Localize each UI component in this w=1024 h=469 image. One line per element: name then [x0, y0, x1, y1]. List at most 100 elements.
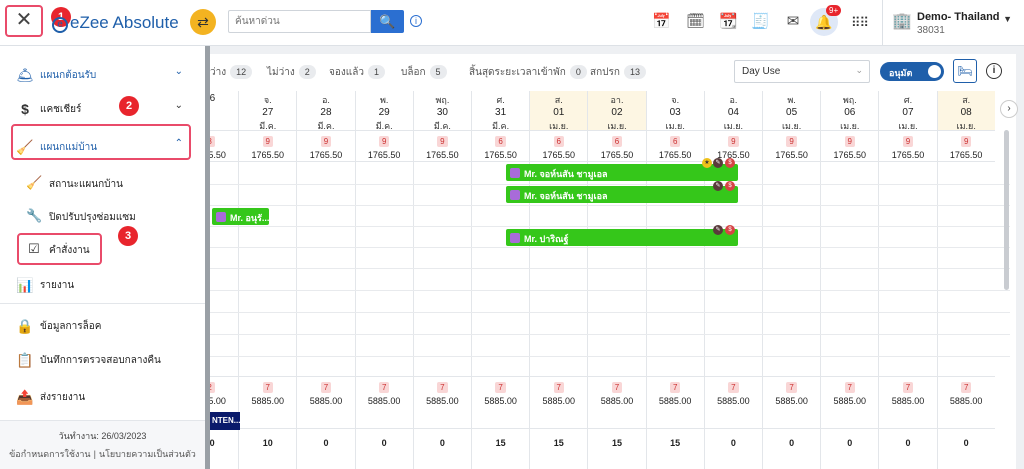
date-header[interactable]: ส. 08 เม.ย.: [937, 91, 995, 131]
sidebar-subitem-room-status[interactable]: 🧹 สถานะแผนกบ้าน: [0, 167, 205, 197]
availability-badge: 9: [437, 136, 448, 147]
calendar-icon[interactable]: 📆: [719, 13, 738, 31]
bed-view-button[interactable]: 🛏: [953, 59, 977, 83]
note-marker-icon: ✎: [713, 181, 723, 191]
rate-cell[interactable]: 9 1765.50: [413, 131, 471, 162]
rate-cell[interactable]: 7 5885.00: [879, 376, 937, 406]
rate-cell[interactable]: 6 1765.50: [530, 131, 588, 162]
rate-cell[interactable]: 7 5885.00: [355, 376, 413, 406]
availability-badge: 9: [960, 136, 972, 147]
date-header[interactable]: อ. 04 เม.ย.: [704, 91, 762, 131]
rate-cell[interactable]: 6 1765.50: [588, 131, 646, 162]
stat-due-out[interactable]: สิ้นสุดระยะเวลาเข้าพัก 0: [469, 65, 587, 80]
rate-cell[interactable]: 7 5885.00: [472, 376, 530, 406]
stat-dirty[interactable]: สกปรก 13: [590, 65, 646, 80]
booking-bar[interactable]: Mr. จอห์นสัน ชามูเอล: [506, 186, 738, 203]
date-header[interactable]: พ. 05 เม.ย.: [763, 91, 821, 131]
vip-marker-icon: ★: [702, 158, 712, 168]
rate-cell[interactable]: 7 5885.00: [704, 376, 762, 406]
availability-badge: 7: [669, 382, 681, 393]
rate-price: 5885.00: [833, 396, 867, 406]
rate-cell[interactable]: 6 1765.50: [646, 131, 704, 162]
day-use-select[interactable]: Day Use ⌄: [734, 60, 870, 83]
rate-cell[interactable]: 9 1765.50: [704, 131, 762, 162]
room-calendar-icon[interactable]: 🗓: [686, 13, 705, 31]
availability-badge: 7: [902, 382, 914, 393]
apps-grid-icon[interactable]: ⠿⠿: [851, 15, 869, 31]
search-info-icon[interactable]: i: [410, 15, 422, 27]
date-header[interactable]: อ. 28 มี.ค.: [297, 91, 355, 131]
rate-cell[interactable]: 7 5885.00: [646, 376, 704, 406]
stat-vacant[interactable]: ว่าง 12: [210, 65, 253, 80]
rate-cell[interactable]: 9 1765.50: [879, 131, 937, 162]
date-header[interactable]: จ. 27 มี.ค.: [239, 91, 297, 131]
rate-cell[interactable]: 9 1765.50: [297, 131, 355, 162]
sidebar-subitem-maintenance[interactable]: 🔧 ปิดปรับปรุงซ่อมแซม: [0, 200, 205, 230]
maintenance-block[interactable]: NTEN...: [210, 412, 240, 430]
account-menu[interactable]: 🏢 Demo- Thailand 38031 ▼: [882, 0, 1024, 46]
mail-icon[interactable]: ✉: [784, 13, 802, 31]
date-header[interactable]: จ. 03 เม.ย.: [646, 91, 704, 131]
rate-cell[interactable]: 7 5885.00: [937, 376, 995, 406]
rate-cell[interactable]: 7 5885.00: [530, 376, 588, 406]
rate-cell[interactable]: 9 1765.50: [821, 131, 879, 162]
occupancy-count: 15: [588, 428, 646, 456]
availability-badge: 7: [378, 382, 390, 393]
calendar-add-icon[interactable]: 📅: [652, 13, 671, 31]
rate-cell[interactable]: 7 5885.00: [413, 376, 471, 406]
terms-link[interactable]: ข้อกำหนดการใช้งาน: [6, 449, 93, 459]
rate-price: 5885.00: [426, 396, 459, 406]
balance-marker-icon: $: [725, 158, 735, 168]
info-icon[interactable]: i: [986, 63, 1002, 79]
switch-property-icon[interactable]: ⇄: [190, 9, 216, 35]
rate-cell[interactable]: 6 1765.50: [472, 131, 530, 162]
date-header[interactable]: ศ. 31 มี.ค.: [472, 91, 530, 131]
next-dates-button[interactable]: ›: [1000, 100, 1018, 118]
app-logo[interactable]: e eZee Absolute: [52, 13, 179, 33]
rate-cell[interactable]: 7 5885.00: [588, 376, 646, 406]
guest-icon: [216, 212, 226, 222]
date-column: พ. 05 เม.ย. 9 1765.50 7 5885.00 0: [762, 91, 821, 469]
stat-reserved[interactable]: จองแล้ว 1: [329, 65, 385, 80]
balance-marker-icon: $: [725, 225, 735, 235]
stat-blocked[interactable]: บล็อก 5: [401, 65, 447, 80]
date-column: อา. 02 เม.ย. 6 1765.50 7 5885.00 15: [587, 91, 646, 469]
privacy-link[interactable]: นโยบายความเป็นส่วนตัว: [96, 449, 199, 459]
search-button[interactable]: 🔍: [371, 10, 404, 33]
vertical-scrollbar[interactable]: [1004, 130, 1009, 290]
search-input[interactable]: [228, 10, 371, 33]
booking-bar[interactable]: Mr. ปาริณฐ์: [506, 229, 738, 246]
sidebar-item-lock-info[interactable]: 🔒 ข้อมูลการล็อค: [0, 307, 205, 343]
availability-badge: 9: [262, 136, 273, 147]
booking-bar[interactable]: Mr. อนุรั...: [212, 208, 269, 225]
sidebar-item-cashier[interactable]: $ แคชเชียร์ ⌄: [0, 90, 205, 126]
date-header[interactable]: อา. 02 เม.ย.: [588, 91, 646, 131]
occupancy-count: 0: [763, 428, 821, 456]
sidebar-item-reports[interactable]: 📊 รายงาน: [0, 266, 205, 302]
rate-cell[interactable]: 7 5885.00: [239, 376, 297, 406]
sidebar-item-label: ปิดปรับปรุงซ่อมแซม: [49, 212, 136, 223]
sidebar-item-send-report[interactable]: 📤 ส่งรายงาน: [0, 378, 205, 414]
rate-cell[interactable]: 9 1765.50: [239, 131, 297, 162]
sidebar-item-night-audit[interactable]: 📋 บันทึกการตรวจสอบกลางคืน: [0, 341, 205, 377]
date-header[interactable]: พ. 29 มี.ค.: [355, 91, 413, 131]
date-header[interactable]: พฤ. 30 มี.ค.: [413, 91, 471, 131]
rate-cell[interactable]: 7 5885.00: [763, 376, 821, 406]
rate-cell[interactable]: 7 5885.00: [821, 376, 879, 406]
rate-cell[interactable]: 7 5885.00: [297, 376, 355, 406]
day-number: 03: [669, 107, 681, 118]
approve-toggle[interactable]: อนุมัต: [880, 62, 944, 81]
rate-cell[interactable]: 9 1765.50: [937, 131, 995, 162]
invoice-icon[interactable]: 🧾: [751, 13, 770, 31]
date-header[interactable]: ศ. 07 เม.ย.: [879, 91, 937, 131]
rate-cell[interactable]: 9 1765.50: [355, 131, 413, 162]
stat-occupied[interactable]: ไม่ว่าง 2: [267, 65, 316, 80]
day-number: 08: [960, 107, 972, 118]
date-header[interactable]: พฤ. 06 เม.ย.: [821, 91, 879, 131]
rate-cell[interactable]: 9 1765.50: [763, 131, 821, 162]
occupancy-count: 0: [413, 428, 471, 456]
bell-desk-icon: 🛎: [16, 67, 34, 83]
sidebar-item-front-desk[interactable]: 🛎 แผนกต้อนรับ ⌄: [0, 56, 205, 92]
availability-badge: 7: [320, 382, 332, 393]
date-header[interactable]: ส. 01 เม.ย.: [530, 91, 588, 131]
